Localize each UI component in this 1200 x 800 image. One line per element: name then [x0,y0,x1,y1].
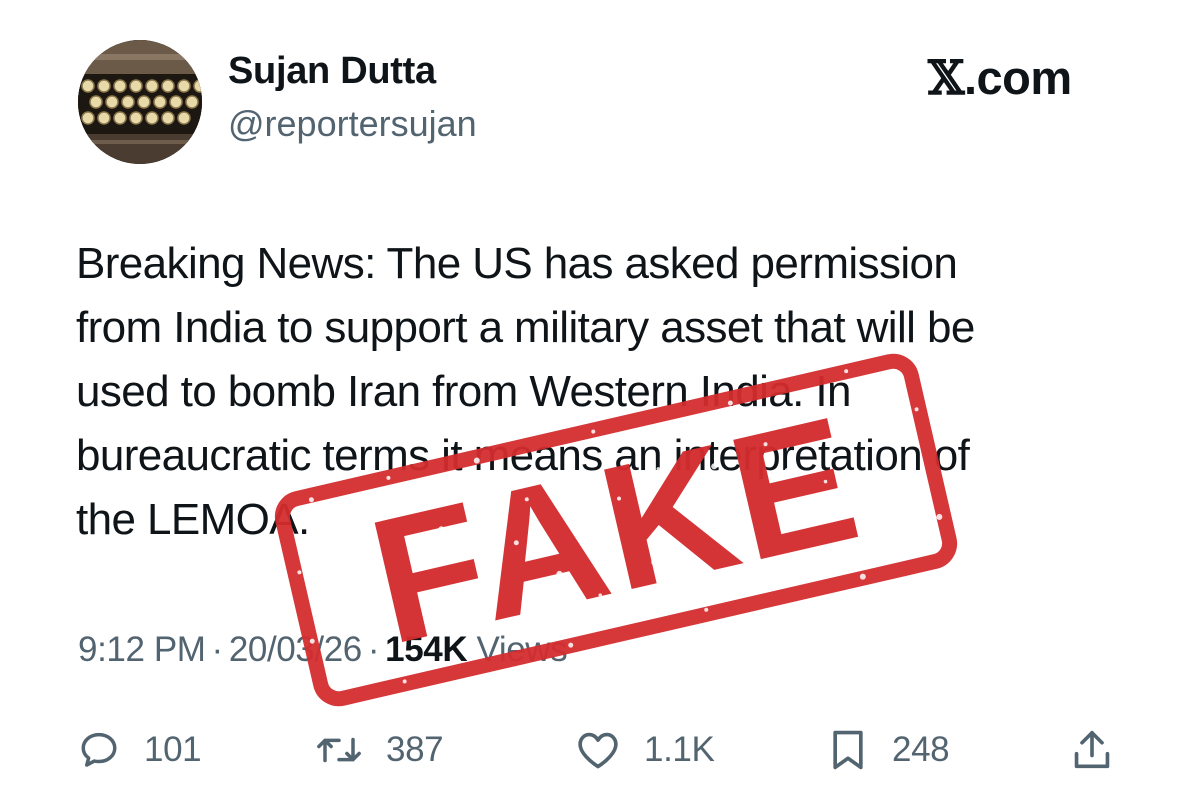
repost-icon [317,737,361,763]
tweet-date[interactable]: 20/03/26 [229,630,362,669]
share-button[interactable] [1072,722,1112,778]
bookmark-button[interactable]: 248 [828,722,950,778]
tweet-meta: 9:12 PM · 20/03/26 · 154K Views [78,630,568,670]
views-label: Views [476,630,568,669]
tweet-text-line: Breaking News: The US has asked permissi… [76,239,958,288]
heart-icon [578,732,618,769]
tweet-text: Breaking News: The US has asked permissi… [76,232,1156,552]
meta-separator: · [211,630,224,669]
reply-button[interactable]: 101 [78,722,202,778]
tweet-text-line: used to bomb Iran from Western India. In [76,367,852,416]
tweet-time[interactable]: 9:12 PM [78,630,206,669]
bookmark-count: 248 [892,730,950,769]
reply-count: 101 [144,730,202,769]
x-logo-icon: 𝕏 [928,51,964,106]
platform-domain: .com [963,51,1072,104]
avatar[interactable] [78,40,202,164]
reply-icon [81,732,117,767]
like-count: 1.1K [644,730,715,769]
bookmark-icon [833,730,863,770]
tweet-action-bar: 101 387 1.1K 248 [0,722,1200,778]
repost-count: 387 [386,730,444,769]
views-count[interactable]: 154K [385,630,467,669]
tweet-text-line: bureaucratic terms it means an interpret… [76,431,970,480]
share-icon [1074,730,1110,769]
meta-separator: · [367,630,380,669]
tweet-text-line: the LEMOA. [76,495,310,544]
author-handle[interactable]: @reportersujan [228,103,477,145]
repost-button[interactable]: 387 [316,722,444,778]
tweet-text-line: from India to support a military asset t… [76,303,975,352]
like-button[interactable]: 1.1K [576,722,715,778]
author-display-name[interactable]: Sujan Dutta [228,50,436,93]
typewriter-avatar-image [78,40,202,164]
platform-logo: 𝕏.com [928,50,1072,106]
